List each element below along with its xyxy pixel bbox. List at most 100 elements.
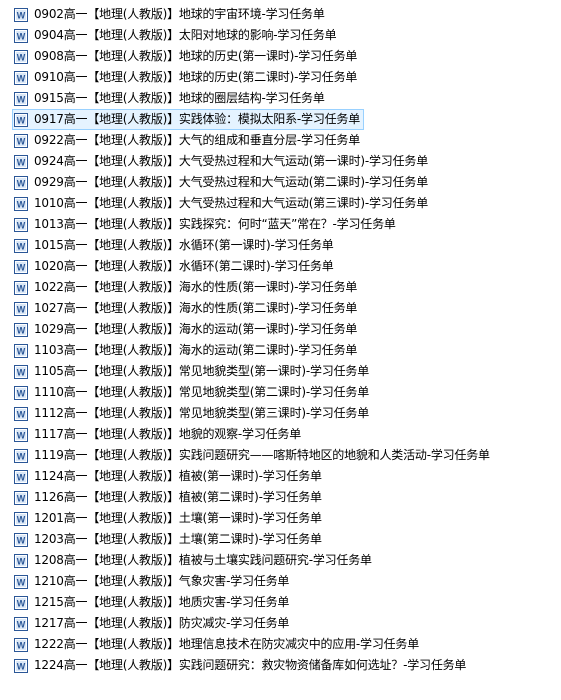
word-document-icon: W bbox=[13, 574, 29, 590]
file-name: 1015高一【地理(人教版)】水循环(第一课时)-学习任务单 bbox=[34, 238, 334, 252]
word-document-icon: W bbox=[13, 7, 29, 23]
word-document-icon: W bbox=[13, 238, 29, 254]
file-item[interactable]: W 1029高一【地理(人教版)】海水的运动(第一课时)-学习任务单 bbox=[12, 319, 361, 340]
file-item[interactable]: W 1117高一【地理(人教版)】地貌的观察-学习任务单 bbox=[12, 424, 305, 445]
word-document-icon: W bbox=[13, 427, 29, 443]
file-name: 0917高一【地理(人教版)】实践体验：模拟太阳系-学习任务单 bbox=[34, 112, 361, 126]
svg-text:W: W bbox=[17, 325, 26, 335]
file-name: 1124高一【地理(人教版)】植被(第一课时)-学习任务单 bbox=[34, 469, 322, 483]
file-name: 0904高一【地理(人教版)】太阳对地球的影响-学习任务单 bbox=[34, 28, 337, 42]
svg-text:W: W bbox=[17, 472, 26, 482]
word-document-icon: W bbox=[13, 532, 29, 548]
word-document-icon: W bbox=[13, 406, 29, 422]
file-name: 0902高一【地理(人教版)】地球的宇宙环境-学习任务单 bbox=[34, 7, 325, 21]
file-item[interactable]: W 0917高一【地理(人教版)】实践体验：模拟太阳系-学习任务单 bbox=[12, 109, 365, 130]
file-name: 1215高一【地理(人教版)】地质灾害-学习任务单 bbox=[34, 595, 290, 609]
file-item[interactable]: W 0904高一【地理(人教版)】太阳对地球的影响-学习任务单 bbox=[12, 25, 340, 46]
word-document-icon: W bbox=[13, 385, 29, 401]
word-document-icon: W bbox=[13, 49, 29, 65]
word-document-icon: W bbox=[13, 280, 29, 296]
word-document-icon: W bbox=[13, 637, 29, 653]
svg-text:W: W bbox=[17, 640, 26, 650]
file-name: 1013高一【地理(人教版)】实践探究：何时“蓝天”常在？-学习任务单 bbox=[34, 217, 396, 231]
file-item[interactable]: W 1224高一【地理(人教版)】实践问题研究：救灾物资储备库如何选址？-学习任… bbox=[12, 655, 470, 676]
file-item[interactable]: W 0915高一【地理(人教版)】地球的圈层结构-学习任务单 bbox=[12, 88, 329, 109]
word-document-icon: W bbox=[13, 133, 29, 149]
file-item[interactable]: W 0910高一【地理(人教版)】地球的历史(第二课时)-学习任务单 bbox=[12, 67, 361, 88]
svg-text:W: W bbox=[17, 661, 26, 671]
word-document-icon: W bbox=[13, 70, 29, 86]
file-name: 0910高一【地理(人教版)】地球的历史(第二课时)-学习任务单 bbox=[34, 70, 358, 84]
file-name: 1126高一【地理(人教版)】植被(第二课时)-学习任务单 bbox=[34, 490, 322, 504]
file-item[interactable]: W 1027高一【地理(人教版)】海水的性质(第二课时)-学习任务单 bbox=[12, 298, 361, 319]
svg-text:W: W bbox=[17, 535, 26, 545]
file-name: 0915高一【地理(人教版)】地球的圈层结构-学习任务单 bbox=[34, 91, 325, 105]
file-item[interactable]: W 1022高一【地理(人教版)】海水的性质(第一课时)-学习任务单 bbox=[12, 277, 361, 298]
file-name: 1020高一【地理(人教版)】水循环(第二课时)-学习任务单 bbox=[34, 259, 334, 273]
file-item[interactable]: W 1013高一【地理(人教版)】实践探究：何时“蓝天”常在？-学习任务单 bbox=[12, 214, 400, 235]
file-item[interactable]: W 0908高一【地理(人教版)】地球的历史(第一课时)-学习任务单 bbox=[12, 46, 361, 67]
file-name: 0908高一【地理(人教版)】地球的历史(第一课时)-学习任务单 bbox=[34, 49, 358, 63]
file-item[interactable]: W 1103高一【地理(人教版)】海水的运动(第二课时)-学习任务单 bbox=[12, 340, 361, 361]
svg-text:W: W bbox=[17, 388, 26, 398]
svg-text:W: W bbox=[17, 409, 26, 419]
file-name: 1224高一【地理(人教版)】实践问题研究：救灾物资储备库如何选址？-学习任务单 bbox=[34, 658, 467, 672]
svg-text:W: W bbox=[17, 577, 26, 587]
file-item[interactable]: W 1119高一【地理(人教版)】实践问题研究——喀斯特地区的地貌和人类活动-学… bbox=[12, 445, 494, 466]
word-document-icon: W bbox=[13, 469, 29, 485]
word-document-icon: W bbox=[13, 553, 29, 569]
word-document-icon: W bbox=[13, 658, 29, 674]
file-name: 0922高一【地理(人教版)】大气的组成和垂直分层-学习任务单 bbox=[34, 133, 361, 147]
word-document-icon: W bbox=[13, 112, 29, 128]
file-item[interactable]: W 1203高一【地理(人教版)】土壤(第二课时)-学习任务单 bbox=[12, 529, 326, 550]
file-item[interactable]: W 1124高一【地理(人教版)】植被(第一课时)-学习任务单 bbox=[12, 466, 326, 487]
file-name: 1222高一【地理(人教版)】地理信息技术在防灾减灾中的应用-学习任务单 bbox=[34, 637, 420, 651]
file-name: 1110高一【地理(人教版)】常见地貌类型(第二课时)-学习任务单 bbox=[34, 385, 369, 399]
file-item[interactable]: W 1217高一【地理(人教版)】防灾减灾-学习任务单 bbox=[12, 613, 293, 634]
file-item[interactable]: W 1105高一【地理(人教版)】常见地貌类型(第一课时)-学习任务单 bbox=[12, 361, 373, 382]
file-item[interactable]: W 1210高一【地理(人教版)】气象灾害-学习任务单 bbox=[12, 571, 293, 592]
word-document-icon: W bbox=[13, 28, 29, 44]
file-item[interactable]: W 1010高一【地理(人教版)】大气受热过程和大气运动(第三课时)-学习任务单 bbox=[12, 193, 432, 214]
svg-text:W: W bbox=[17, 73, 26, 83]
file-item[interactable]: W 1215高一【地理(人教版)】地质灾害-学习任务单 bbox=[12, 592, 293, 613]
file-name: 1208高一【地理(人教版)】植被与土壤实践问题研究-学习任务单 bbox=[34, 553, 372, 567]
svg-text:W: W bbox=[17, 241, 26, 251]
svg-text:W: W bbox=[17, 178, 26, 188]
file-item[interactable]: W 1112高一【地理(人教版)】常见地貌类型(第三课时)-学习任务单 bbox=[12, 403, 373, 424]
word-document-icon: W bbox=[13, 301, 29, 317]
file-item[interactable]: W 0922高一【地理(人教版)】大气的组成和垂直分层-学习任务单 bbox=[12, 130, 364, 151]
file-name: 1027高一【地理(人教版)】海水的性质(第二课时)-学习任务单 bbox=[34, 301, 358, 315]
svg-text:W: W bbox=[17, 199, 26, 209]
file-list: W 0902高一【地理(人教版)】地球的宇宙环境-学习任务单 W 0904高一【… bbox=[0, 0, 561, 700]
file-item[interactable]: W 1201高一【地理(人教版)】土壤(第一课时)-学习任务单 bbox=[12, 508, 326, 529]
file-item[interactable]: W 0929高一【地理(人教版)】大气受热过程和大气运动(第二课时)-学习任务单 bbox=[12, 172, 432, 193]
file-item[interactable]: W 1020高一【地理(人教版)】水循环(第二课时)-学习任务单 bbox=[12, 256, 338, 277]
file-name: 1103高一【地理(人教版)】海水的运动(第二课时)-学习任务单 bbox=[34, 343, 358, 357]
word-document-icon: W bbox=[13, 511, 29, 527]
file-item[interactable]: W 1222高一【地理(人教版)】地理信息技术在防灾减灾中的应用-学习任务单 bbox=[12, 634, 423, 655]
word-document-icon: W bbox=[13, 364, 29, 380]
file-name: 1010高一【地理(人教版)】大气受热过程和大气运动(第三课时)-学习任务单 bbox=[34, 196, 428, 210]
file-name: 1117高一【地理(人教版)】地貌的观察-学习任务单 bbox=[34, 427, 302, 441]
file-name: 1105高一【地理(人教版)】常见地貌类型(第一课时)-学习任务单 bbox=[34, 364, 369, 378]
svg-text:W: W bbox=[17, 367, 26, 377]
svg-text:W: W bbox=[17, 10, 26, 20]
svg-text:W: W bbox=[17, 451, 26, 461]
file-item[interactable]: W 1126高一【地理(人教版)】植被(第二课时)-学习任务单 bbox=[12, 487, 326, 508]
svg-text:W: W bbox=[17, 157, 26, 167]
file-item[interactable]: W 0902高一【地理(人教版)】地球的宇宙环境-学习任务单 bbox=[12, 4, 329, 25]
file-item[interactable]: W 1110高一【地理(人教版)】常见地貌类型(第二课时)-学习任务单 bbox=[12, 382, 373, 403]
svg-text:W: W bbox=[17, 493, 26, 503]
svg-text:W: W bbox=[17, 283, 26, 293]
file-item[interactable]: W 0924高一【地理(人教版)】大气受热过程和大气运动(第一课时)-学习任务单 bbox=[12, 151, 432, 172]
file-item[interactable]: W 1015高一【地理(人教版)】水循环(第一课时)-学习任务单 bbox=[12, 235, 338, 256]
svg-text:W: W bbox=[17, 115, 26, 125]
svg-text:W: W bbox=[17, 598, 26, 608]
file-name: 1210高一【地理(人教版)】气象灾害-学习任务单 bbox=[34, 574, 290, 588]
svg-text:W: W bbox=[17, 556, 26, 566]
word-document-icon: W bbox=[13, 616, 29, 632]
file-item[interactable]: W 1208高一【地理(人教版)】植被与土壤实践问题研究-学习任务单 bbox=[12, 550, 376, 571]
svg-text:W: W bbox=[17, 262, 26, 272]
file-name: 1029高一【地理(人教版)】海水的运动(第一课时)-学习任务单 bbox=[34, 322, 358, 336]
